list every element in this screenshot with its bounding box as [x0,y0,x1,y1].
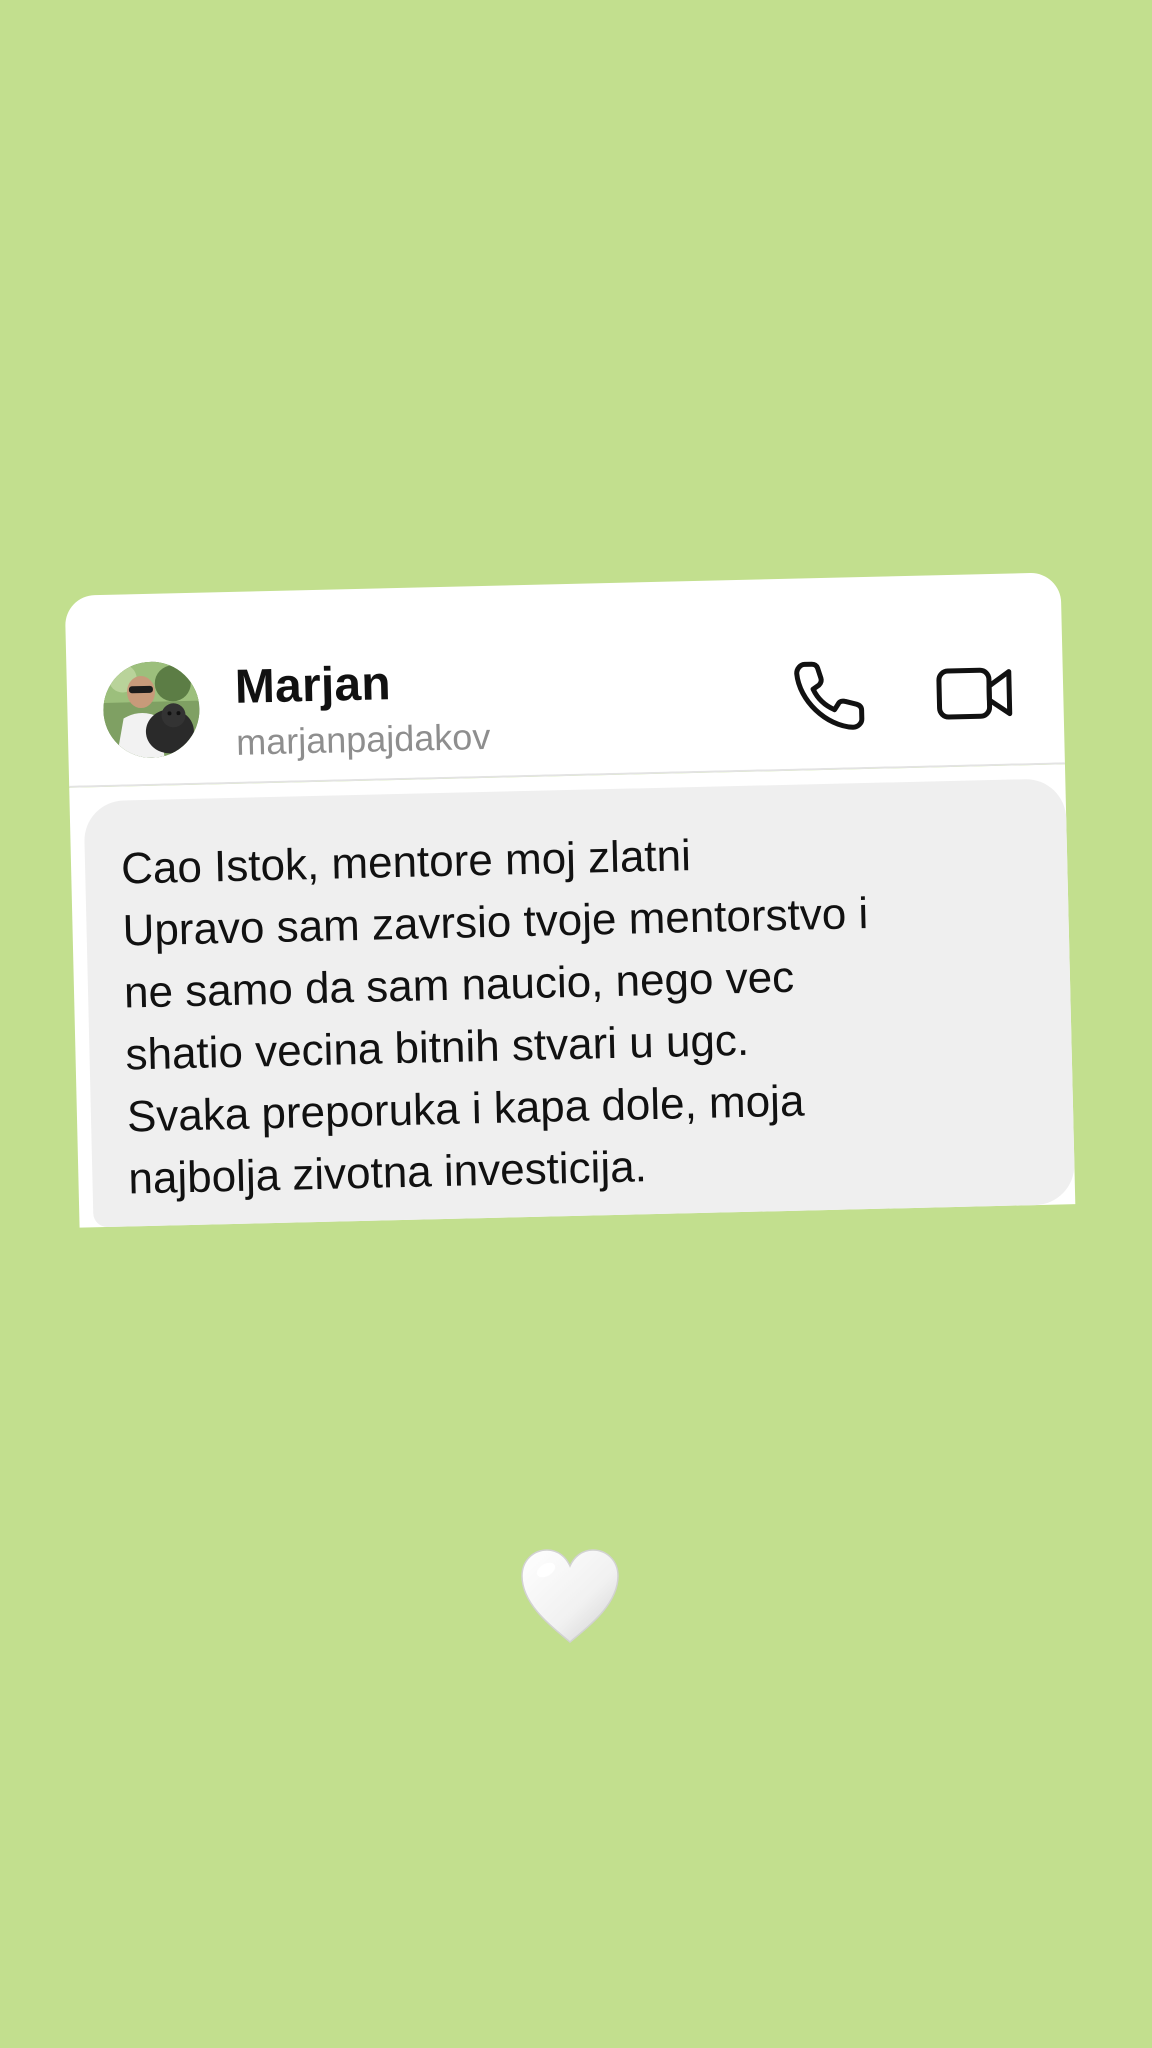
video-call-button[interactable] [932,649,1018,735]
video-camera-icon [936,667,1013,720]
white-heart-icon [521,1549,619,1643]
phone-icon [794,661,865,730]
story-canvas: Marjan marjanpajdakov Cao Istok, mentore… [0,0,1152,2048]
contact-username: marjanpajdakov [235,715,491,763]
chat-header: Marjan marjanpajdakov [64,572,1065,788]
contact-name: Marjan [234,657,392,714]
message-bubble[interactable]: Cao Istok, mentore moj zlatni Upravo sam… [83,778,1076,1228]
chat-screenshot-card: Marjan marjanpajdakov Cao Istok, mentore… [64,572,1076,1228]
chat-thread: Cao Istok, mentore moj zlatni Upravo sam… [69,764,1076,1228]
white-heart-sticker[interactable] [516,1544,624,1648]
profile-photo-avatar-icon [102,660,201,759]
avatar[interactable] [102,660,201,759]
audio-call-button[interactable] [786,653,872,739]
